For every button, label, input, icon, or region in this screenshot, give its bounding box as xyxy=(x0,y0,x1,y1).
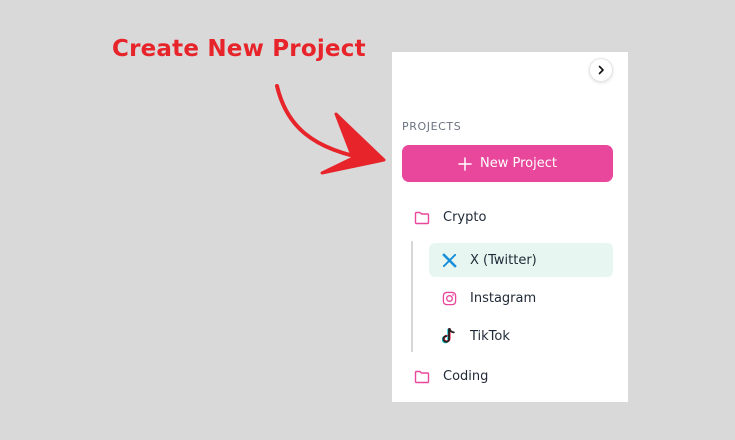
folder-label: Crypto xyxy=(443,210,487,225)
project-item-label: TikTok xyxy=(470,328,510,344)
project-item-label: X (Twitter) xyxy=(470,252,537,268)
collapse-sidebar-button[interactable] xyxy=(589,58,613,82)
project-item-instagram[interactable]: Instagram xyxy=(429,281,613,315)
instagram-icon xyxy=(441,291,457,306)
new-project-label: New Project xyxy=(480,156,557,171)
x-twitter-icon xyxy=(441,252,457,268)
tree-connector-line xyxy=(411,241,413,352)
chevron-right-icon xyxy=(598,65,604,75)
folder-coding[interactable]: Coding xyxy=(414,369,488,384)
project-item-tiktok[interactable]: TikTok xyxy=(429,319,613,353)
project-item-label: Instagram xyxy=(470,290,537,306)
folder-label: Coding xyxy=(443,369,489,384)
folder-icon xyxy=(414,211,430,224)
project-item-x-twitter[interactable]: X (Twitter) xyxy=(429,243,613,277)
projects-section-label: PROJECTS xyxy=(402,120,462,133)
tiktok-icon xyxy=(441,328,457,344)
plus-icon xyxy=(458,156,472,171)
folder-icon xyxy=(414,370,430,383)
folder-crypto[interactable]: Crypto xyxy=(414,210,486,225)
project-sidebar: PROJECTS New Project Crypto X (Twitter) xyxy=(392,52,628,402)
annotation-title: Create New Project xyxy=(112,36,366,62)
annotation-arrow-icon xyxy=(275,84,386,175)
new-project-button[interactable]: New Project xyxy=(402,145,613,182)
